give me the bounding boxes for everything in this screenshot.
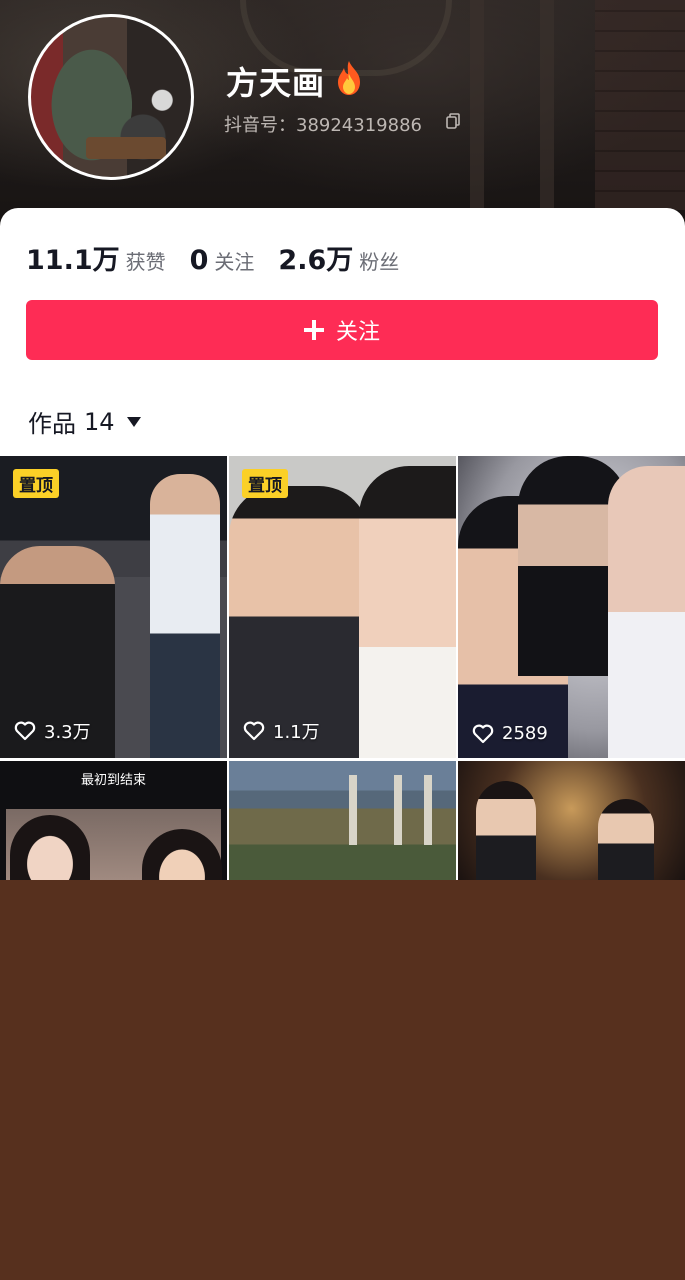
thumbnail-figure xyxy=(608,466,685,758)
profile-name: 方天画 xyxy=(226,64,326,102)
stat-followers[interactable]: 2.6万 粉丝 xyxy=(278,238,399,277)
profile-header: 方天画 抖音号：38924319886 xyxy=(0,0,685,240)
works-tab-count: 14 xyxy=(84,407,115,436)
thumbnail-figure xyxy=(10,815,90,880)
like-count: 1.1万 xyxy=(243,718,320,744)
video-tile[interactable]: 2589 xyxy=(458,456,685,758)
stat-followers-label: 粉丝 xyxy=(359,250,400,274)
video-tile[interactable]: 最初到结束 xyxy=(0,761,227,880)
douyin-id: 抖音号：38924319886 xyxy=(224,115,422,136)
thumbnail-figure xyxy=(359,466,456,758)
copy-icon[interactable] xyxy=(446,113,460,129)
video-tile[interactable]: 置顶 1.1万 xyxy=(229,456,456,758)
background-pillar xyxy=(540,0,554,210)
fire-icon xyxy=(338,61,360,95)
thumbnail-figure xyxy=(598,799,654,880)
follow-button-label: 关注 xyxy=(335,320,380,345)
like-count-value: 1.1万 xyxy=(273,722,320,743)
works-tab-label: 作品 xyxy=(28,410,76,438)
video-caption: 最初到结束 xyxy=(80,773,146,788)
video-tile[interactable] xyxy=(229,761,456,880)
stats-row: 11.1万 获赞 0 关注 2.6万 粉丝 xyxy=(26,238,423,277)
heart-icon xyxy=(14,721,36,741)
thumbnail-column xyxy=(424,775,432,845)
avatar-bowl xyxy=(86,137,166,159)
stat-following-value: 0 xyxy=(189,245,209,276)
pinned-badge: 置顶 xyxy=(242,469,288,498)
plus-icon xyxy=(303,320,324,340)
stat-following[interactable]: 0 关注 xyxy=(190,245,255,276)
stat-following-label: 关注 xyxy=(214,250,255,274)
heart-icon xyxy=(243,721,265,741)
pinned-badge: 置顶 xyxy=(13,469,59,498)
stat-followers-value: 2.6万 xyxy=(278,245,354,276)
profile-card: 11.1万 获赞 0 关注 2.6万 粉丝 关注 作品 14 xyxy=(0,208,685,458)
like-count-value: 2589 xyxy=(502,723,548,744)
stat-likes-label: 获赞 xyxy=(125,250,166,274)
heart-icon xyxy=(472,724,494,743)
tab-works[interactable]: 作品 14 xyxy=(28,404,141,439)
follow-button[interactable]: 关注 xyxy=(26,300,658,360)
stat-likes-value: 11.1万 xyxy=(26,245,120,276)
video-tile[interactable] xyxy=(458,761,685,880)
avatar[interactable] xyxy=(28,14,194,180)
caret-down-icon xyxy=(126,416,141,427)
background-brick-wall xyxy=(595,0,685,210)
stat-likes[interactable]: 11.1万 获赞 xyxy=(26,238,166,277)
thumbnail-column xyxy=(349,775,357,845)
video-grid: 置顶 3.3万 置顶 1.1万 2589 最初到结束 xyxy=(0,456,685,880)
thumbnail-image xyxy=(6,809,222,880)
thumbnail-figure xyxy=(476,781,536,880)
thumbnail-column xyxy=(394,775,402,845)
like-count: 2589 xyxy=(472,723,548,744)
like-count-value: 3.3万 xyxy=(44,722,91,743)
background-pillar xyxy=(470,0,484,210)
thumbnail-figure xyxy=(150,474,220,758)
video-tile[interactable]: 置顶 3.3万 xyxy=(0,456,227,758)
like-count: 3.3万 xyxy=(14,718,91,744)
thumbnail-figure xyxy=(142,829,222,880)
